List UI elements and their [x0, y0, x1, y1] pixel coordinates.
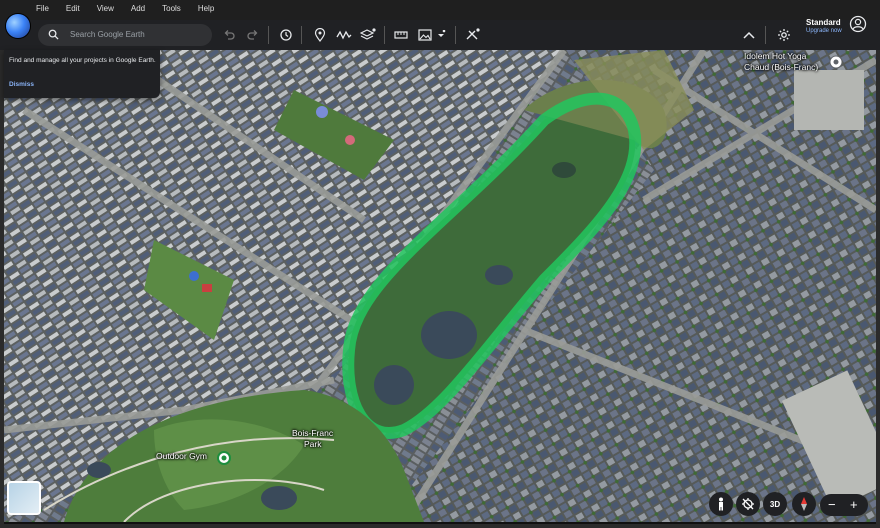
menu-add[interactable]: Add [131, 4, 145, 13]
poi-label-yoga-sub[interactable]: Chaud (Bois-Franc) [744, 62, 818, 72]
menu-bar: File Edit View Add Tools Help [0, 0, 880, 20]
poi-label-yoga[interactable]: Idolem Hot Yoga [744, 51, 806, 61]
settings-gear-icon[interactable] [775, 26, 793, 44]
path-icon[interactable] [335, 26, 353, 44]
tooltip-message: Find and manage all your projects in Goo… [9, 57, 156, 64]
zoom-controls: − + [820, 494, 868, 516]
search-icon [48, 29, 59, 40]
toolbar-divider [765, 26, 766, 44]
satellite-map[interactable]: Idolem Hot Yoga Chaud (Bois-Franc) Bois-… [4, 50, 876, 522]
menu-edit[interactable]: Edit [66, 4, 80, 13]
menu-help[interactable]: Help [198, 4, 214, 13]
search-bar[interactable]: Search Google Earth [38, 24, 212, 46]
image-dropdown-icon[interactable] [432, 26, 450, 44]
plan-label: Standard [806, 18, 841, 27]
pegman-icon[interactable] [709, 492, 733, 516]
upgrade-link[interactable]: Upgrade now [806, 28, 842, 34]
satellite-off-icon[interactable] [463, 26, 481, 44]
menu-view[interactable]: View [97, 4, 114, 13]
google-earth-logo[interactable] [6, 14, 30, 38]
compass-icon[interactable] [792, 492, 816, 516]
gym-label[interactable]: Outdoor Gym [156, 451, 207, 461]
chevron-up-icon[interactable] [740, 26, 758, 44]
map-imagery [4, 50, 876, 522]
toolbar-divider [384, 26, 385, 44]
layers-icon[interactable] [359, 26, 377, 44]
ruler-icon[interactable] [392, 26, 410, 44]
toolbar-divider [301, 26, 302, 44]
toolbar-divider [268, 26, 269, 44]
projects-tooltip: Find and manage all your projects in Goo… [4, 50, 160, 98]
park-label[interactable]: Bois-Franc [292, 428, 333, 438]
dismiss-button[interactable]: Dismiss [9, 81, 34, 88]
toggle-3d-button[interactable]: 3D [763, 492, 787, 516]
search-input[interactable]: Search Google Earth [70, 30, 145, 39]
zoom-in-button[interactable]: + [850, 497, 858, 512]
zoom-out-button[interactable]: − [828, 497, 836, 512]
undo-icon[interactable] [220, 26, 238, 44]
history-icon[interactable] [277, 26, 295, 44]
menu-tools[interactable]: Tools [162, 4, 181, 13]
pin-icon[interactable] [311, 26, 329, 44]
toolbar-divider [455, 26, 456, 44]
menu-file[interactable]: File [36, 4, 49, 13]
park-label-sub[interactable]: Park [304, 439, 321, 449]
location-off-icon[interactable] [736, 492, 760, 516]
minimap-globe[interactable] [7, 481, 41, 515]
account-avatar-icon[interactable] [849, 15, 867, 33]
redo-icon[interactable] [244, 26, 262, 44]
